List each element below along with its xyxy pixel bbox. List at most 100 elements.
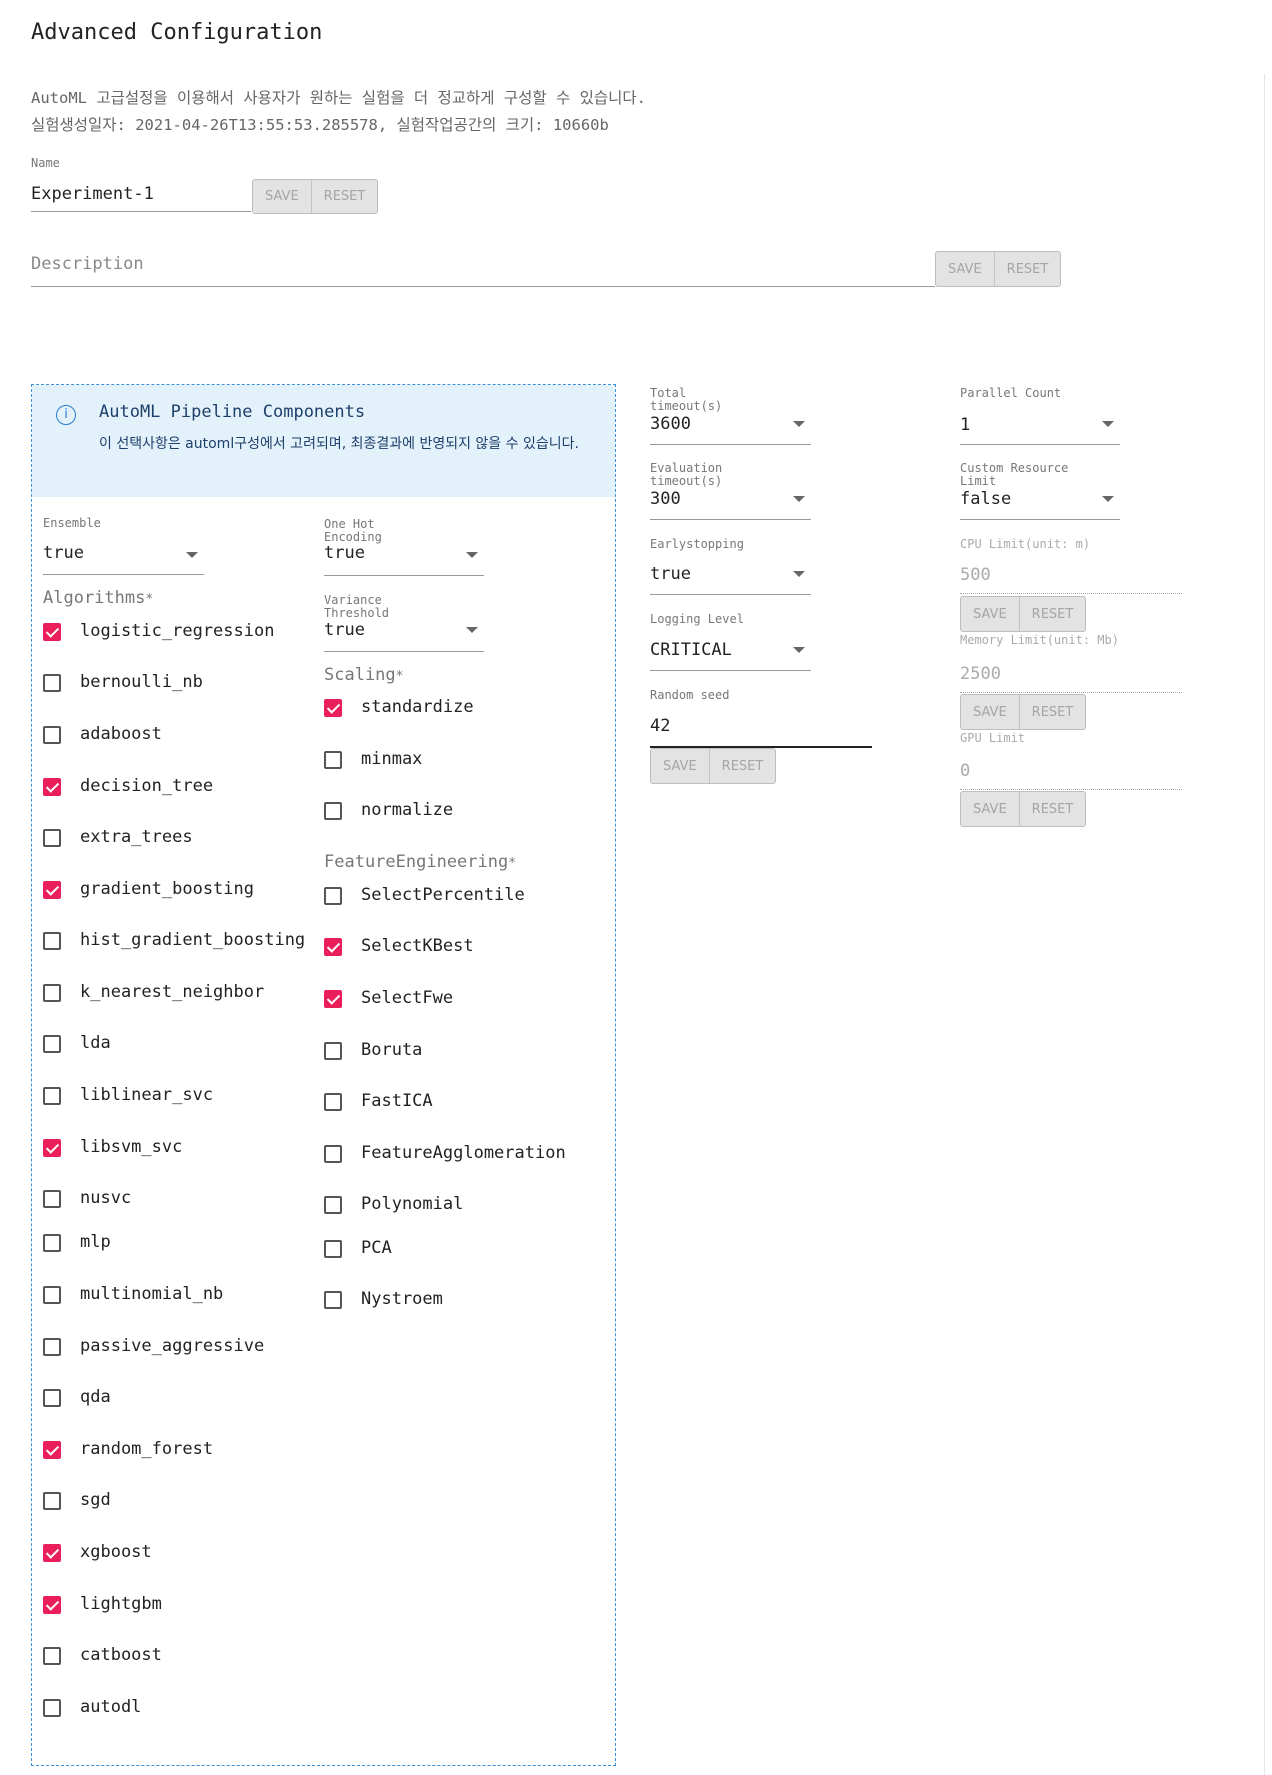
checkbox-unchecked-icon[interactable] xyxy=(324,802,342,820)
gpu-save-button[interactable]: SAVE xyxy=(961,792,1019,826)
eval-timeout-select[interactable]: 300 xyxy=(650,489,811,520)
checkbox-label: sgd xyxy=(80,1490,111,1510)
checkbox-unchecked-icon[interactable] xyxy=(43,1492,61,1510)
checkbox-checked-icon[interactable] xyxy=(43,1544,61,1562)
checkbox-label: nusvc xyxy=(80,1188,132,1208)
checkbox-unchecked-icon[interactable] xyxy=(324,887,342,905)
feature-engineering-label-text: FeatureEngineering xyxy=(324,852,509,872)
checkbox-unchecked-icon[interactable] xyxy=(43,1647,61,1665)
custom-limit-value: false xyxy=(960,489,1012,509)
checkbox-label: extra_trees xyxy=(80,827,193,847)
cpu-limit-value: 500 xyxy=(960,565,991,585)
parallel-count-select[interactable]: 1 xyxy=(960,413,1120,445)
variance-select[interactable]: true xyxy=(324,620,484,652)
name-save-button[interactable]: SAVE xyxy=(253,180,311,213)
one-hot-value: true xyxy=(324,543,365,563)
checkbox-unchecked-icon[interactable] xyxy=(43,829,61,847)
memory-reset-button[interactable]: RESET xyxy=(1018,695,1086,729)
page-title: Advanced Configuration xyxy=(31,20,323,45)
seed-reset-button[interactable]: RESET xyxy=(708,749,776,783)
ensemble-select[interactable]: true xyxy=(43,540,204,575)
ensemble-label: Ensemble xyxy=(43,516,101,530)
checkbox-checked-icon[interactable] xyxy=(43,881,61,899)
description-input[interactable]: Description xyxy=(31,254,935,287)
checkbox-unchecked-icon[interactable] xyxy=(324,1240,342,1258)
checkbox-checked-icon[interactable] xyxy=(43,623,61,641)
total-timeout-select[interactable]: 3600 xyxy=(650,414,811,445)
one-hot-label: One Hot Encoding xyxy=(324,517,382,544)
description-button-group: SAVE RESET xyxy=(935,251,1062,287)
checkbox-checked-icon[interactable] xyxy=(43,1441,61,1459)
gpu-button-group: SAVE RESET xyxy=(960,791,1087,827)
checkbox-unchecked-icon[interactable] xyxy=(43,932,61,950)
checkbox-unchecked-icon[interactable] xyxy=(324,1145,342,1163)
logging-level-label: Logging Level xyxy=(650,612,744,626)
checkbox-label: catboost xyxy=(80,1645,162,1665)
custom-limit-select[interactable]: false xyxy=(960,489,1120,520)
checkbox-unchecked-icon[interactable] xyxy=(324,1093,342,1111)
checkbox-label: SelectPercentile xyxy=(361,885,525,905)
checkbox-unchecked-icon[interactable] xyxy=(43,1087,61,1105)
seed-save-button[interactable]: SAVE xyxy=(651,749,709,783)
checkbox-unchecked-icon[interactable] xyxy=(43,1338,61,1356)
eval-timeout-value: 300 xyxy=(650,489,681,509)
checkbox-unchecked-icon[interactable] xyxy=(43,984,61,1002)
one-hot-select[interactable]: true xyxy=(324,543,484,576)
info-icon: i xyxy=(56,405,76,425)
gpu-limit-input[interactable]: 0 xyxy=(960,758,1182,790)
cpu-save-button[interactable]: SAVE xyxy=(961,597,1019,631)
checkbox-label: k_nearest_neighbor xyxy=(80,982,265,1002)
checkbox-checked-icon[interactable] xyxy=(324,990,342,1008)
checkbox-unchecked-icon[interactable] xyxy=(43,1035,61,1053)
checkbox-checked-icon[interactable] xyxy=(324,699,342,717)
required-mark: * xyxy=(145,592,154,607)
name-reset-button[interactable]: RESET xyxy=(310,180,378,213)
random-seed-input[interactable]: 42 xyxy=(650,713,872,748)
checkbox-unchecked-icon[interactable] xyxy=(43,674,61,692)
checkbox-unchecked-icon[interactable] xyxy=(324,1196,342,1214)
gpu-reset-button[interactable]: RESET xyxy=(1018,792,1086,826)
checkbox-label: PCA xyxy=(361,1238,392,1258)
name-button-group: SAVE RESET xyxy=(252,179,379,214)
checkbox-unchecked-icon[interactable] xyxy=(324,1291,342,1309)
total-timeout-label: Total timeout(s) xyxy=(650,386,723,413)
cpu-reset-button[interactable]: RESET xyxy=(1018,597,1086,631)
checkbox-label: logistic_regression xyxy=(80,621,275,641)
description-reset-button[interactable]: RESET xyxy=(993,252,1061,286)
algorithms-label: Algorithms* xyxy=(43,588,153,608)
memory-save-button[interactable]: SAVE xyxy=(961,695,1019,729)
algorithms-label-text: Algorithms xyxy=(43,588,146,608)
parallel-count-label: Parallel Count xyxy=(960,386,1062,400)
checkbox-label: multinomial_nb xyxy=(80,1284,224,1304)
checkbox-label: hist_gradient_boosting xyxy=(80,930,306,950)
name-label: Name xyxy=(31,156,60,170)
checkbox-unchecked-icon[interactable] xyxy=(43,726,61,744)
checkbox-checked-icon[interactable] xyxy=(43,778,61,796)
description-save-button[interactable]: SAVE xyxy=(936,252,994,286)
checkbox-label: SelectFwe xyxy=(361,988,454,1008)
checkbox-unchecked-icon[interactable] xyxy=(324,1042,342,1060)
checkbox-label: standardize xyxy=(361,697,474,717)
cpu-limit-label: CPU Limit(unit: m) xyxy=(960,537,1091,551)
chevron-down-icon xyxy=(793,571,805,577)
earlystopping-select[interactable]: true xyxy=(650,562,811,595)
checkbox-unchecked-icon[interactable] xyxy=(43,1699,61,1717)
pipeline-note: 이 선택사항은 automl구성에서 고려되며, 최종결과에 반영되지 않을 수… xyxy=(99,436,579,452)
memory-limit-input[interactable]: 2500 xyxy=(960,662,1182,693)
checkbox-checked-icon[interactable] xyxy=(324,938,342,956)
checkbox-unchecked-icon[interactable] xyxy=(43,1234,61,1252)
chevron-down-icon xyxy=(1102,496,1114,502)
checkbox-unchecked-icon[interactable] xyxy=(43,1190,61,1208)
checkbox-unchecked-icon[interactable] xyxy=(324,751,342,769)
scaling-label-text: Scaling xyxy=(324,665,396,685)
checkbox-checked-icon[interactable] xyxy=(43,1139,61,1157)
cpu-limit-input[interactable]: 500 xyxy=(960,565,1182,594)
name-input[interactable]: Experiment-1 xyxy=(31,184,251,212)
checkbox-checked-icon[interactable] xyxy=(43,1596,61,1614)
logging-level-select[interactable]: CRITICAL xyxy=(650,638,811,671)
checkbox-unchecked-icon[interactable] xyxy=(43,1389,61,1407)
random-seed-label: Random seed xyxy=(650,688,730,702)
ensemble-value: true xyxy=(43,543,84,563)
checkbox-label: lda xyxy=(80,1033,111,1053)
checkbox-unchecked-icon[interactable] xyxy=(43,1286,61,1304)
